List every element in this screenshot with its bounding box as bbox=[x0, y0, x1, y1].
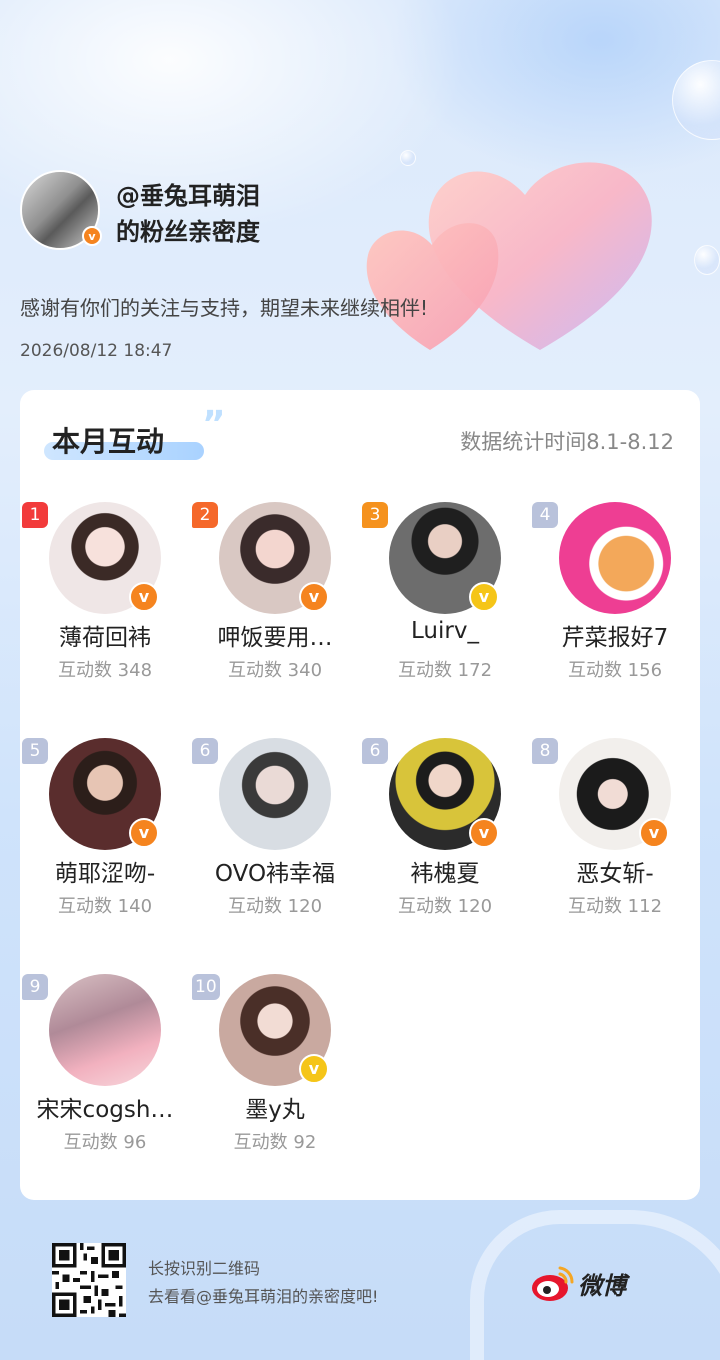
bubble-decoration bbox=[400, 150, 416, 166]
fan-item[interactable]: v 10 墨y丸 互动数 92 bbox=[190, 972, 360, 1208]
thanks-message: 感谢有你们的关注与支持，期望未来继续相伴! bbox=[20, 296, 429, 320]
rank-badge: 8 bbox=[532, 738, 558, 764]
fan-item[interactable]: 4 芹菜报好7 互动数 156 bbox=[530, 500, 700, 736]
verified-badge-icon: v bbox=[469, 582, 499, 612]
interaction-count: 互动数 92 bbox=[233, 1132, 317, 1153]
footer-hint: 长按识别二维码 bbox=[148, 1259, 261, 1278]
fan-name: OVO袆幸福 bbox=[214, 861, 336, 887]
fan-name: 袆槐夏 bbox=[410, 861, 480, 887]
fan-name: Luirv_ bbox=[411, 618, 479, 644]
verified-badge-icon: v bbox=[299, 1054, 329, 1084]
timestamp: 2026/08/12 18:47 bbox=[20, 341, 173, 361]
fan-name: 芹菜报好7 bbox=[561, 625, 669, 651]
verified-badge-icon: v bbox=[82, 226, 102, 246]
interaction-count: 互动数 96 bbox=[63, 1132, 147, 1153]
fan-item[interactable]: v 1 薄荷回袆 互动数 348 bbox=[20, 500, 190, 736]
interaction-count: 互动数 112 bbox=[567, 896, 663, 917]
fan-item[interactable]: v 6 袆槐夏 互动数 120 bbox=[360, 736, 530, 972]
verified-badge-icon: v bbox=[129, 582, 159, 612]
rank-badge: 6 bbox=[362, 738, 388, 764]
weibo-brand: 微博 bbox=[578, 1272, 626, 1300]
page-title-sub: 的粉丝亲密度 bbox=[116, 218, 260, 246]
interaction-count: 互动数 120 bbox=[227, 896, 323, 917]
stat-period: 数据统计时间8.1-8.12 bbox=[460, 430, 674, 454]
rank-badge: 1 bbox=[22, 502, 48, 528]
user-avatar[interactable]: v bbox=[20, 170, 102, 250]
rank-badge: 10 bbox=[192, 974, 220, 1000]
fan-item[interactable]: v 3 Luirv_ 互动数 172 bbox=[360, 500, 530, 736]
rank-badge: 2 bbox=[192, 502, 218, 528]
fan-avatar bbox=[49, 974, 161, 1086]
hearts-illustration bbox=[366, 162, 652, 350]
verified-badge-icon: v bbox=[299, 582, 329, 612]
interaction-count: 互动数 348 bbox=[57, 660, 153, 681]
interaction-count: 互动数 340 bbox=[227, 660, 323, 681]
quote-mark-icon: ” bbox=[202, 404, 226, 445]
verified-badge-icon: v bbox=[129, 818, 159, 848]
fan-name: 萌耶涩吻- bbox=[54, 861, 156, 887]
fan-name: 恶女斩- bbox=[576, 861, 654, 887]
page-title: @垂兔耳萌泪 bbox=[116, 182, 260, 210]
fan-avatar bbox=[559, 502, 671, 614]
interaction-count: 互动数 172 bbox=[397, 660, 493, 681]
fan-name: 呷饭要用… bbox=[217, 625, 333, 651]
interaction-count: 互动数 140 bbox=[57, 896, 153, 917]
footer-cta: 去看看@垂兔耳萌泪的亲密度吧! bbox=[148, 1287, 379, 1306]
verified-badge-icon: v bbox=[469, 818, 499, 848]
fan-name: 墨y丸 bbox=[245, 1097, 305, 1123]
fan-name: 宋宋cogsh… bbox=[36, 1097, 174, 1123]
interaction-count: 互动数 120 bbox=[397, 896, 493, 917]
fan-avatar bbox=[219, 738, 331, 850]
card-title: 本月互动 bbox=[52, 425, 165, 458]
fan-item[interactable]: 9 宋宋cogsh… 互动数 96 bbox=[20, 972, 190, 1208]
fan-item[interactable]: v 8 恶女斩- 互动数 112 bbox=[530, 736, 700, 972]
fan-item[interactable]: v 2 呷饭要用… 互动数 340 bbox=[190, 500, 360, 736]
fan-name: 薄荷回袆 bbox=[59, 625, 151, 651]
fan-item[interactable]: v 5 萌耶涩吻- 互动数 140 bbox=[20, 736, 190, 972]
interaction-count: 互动数 156 bbox=[567, 660, 663, 681]
rank-badge: 5 bbox=[22, 738, 48, 764]
monthly-interaction-card: 本月互动 ” 数据统计时间8.1-8.12 v 1 薄荷回袆 互动数 348 v… bbox=[20, 390, 700, 1200]
verified-badge-icon: v bbox=[639, 818, 669, 848]
rank-badge: 9 bbox=[22, 974, 48, 1000]
fan-item[interactable]: 6 OVO袆幸福 互动数 120 bbox=[190, 736, 360, 972]
rank-badge: 4 bbox=[532, 502, 558, 528]
rank-badge: 6 bbox=[192, 738, 218, 764]
qr-code-icon[interactable] bbox=[52, 1243, 126, 1317]
rank-badge: 3 bbox=[362, 502, 388, 528]
bubble-decoration bbox=[694, 245, 720, 275]
